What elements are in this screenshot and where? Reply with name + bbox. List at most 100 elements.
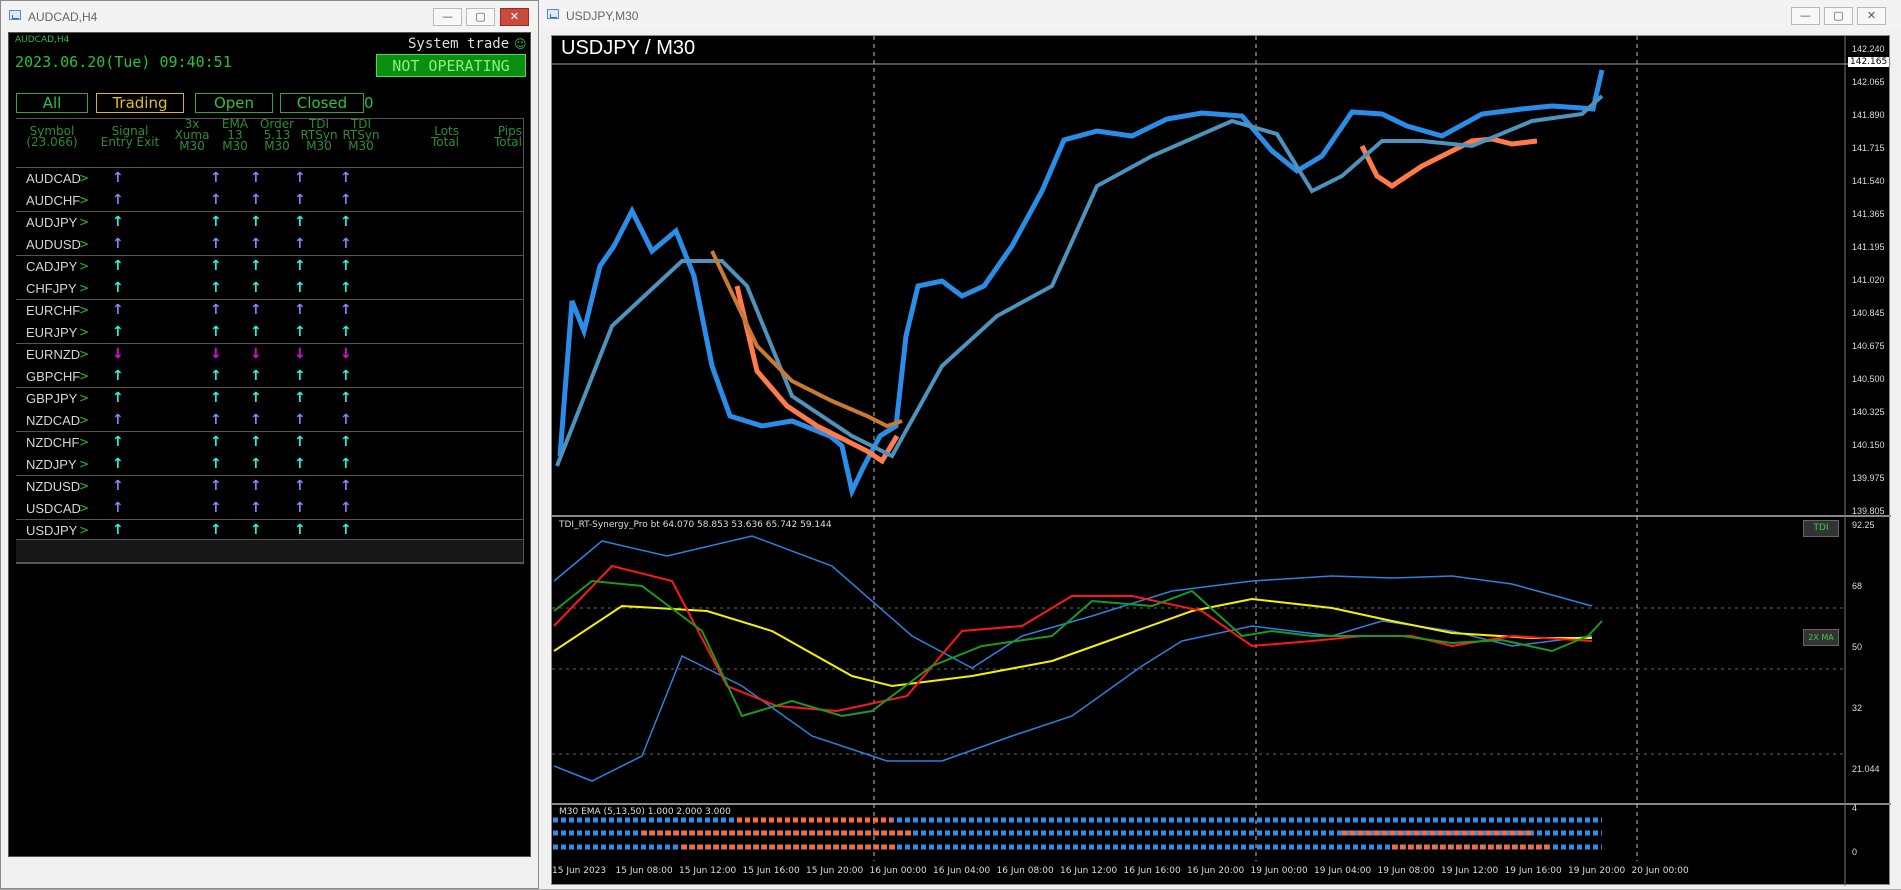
close-button[interactable]: ✕	[500, 8, 529, 26]
axis-label: 140.845	[1852, 308, 1885, 318]
symbol-usdcad[interactable]: USDCAD	[26, 501, 81, 516]
symbol-nzdusd[interactable]: NZDUSD	[26, 479, 80, 494]
symbol-chfjpy[interactable]: CHFJPY	[26, 281, 77, 296]
system-status-button[interactable]: NOT OPERATING	[376, 54, 526, 77]
symbol-audcad[interactable]: AUDCAD	[26, 171, 81, 186]
symbol-usdjpy[interactable]: USDJPY	[26, 523, 77, 538]
system-status-icon: ☺	[514, 37, 527, 51]
maximize-button[interactable]: ▢	[466, 8, 495, 26]
axis-label: 50	[1852, 642, 1863, 652]
time-axis-label: 19 Jun 20:00	[1568, 866, 1626, 876]
axis-label: 141.020	[1852, 275, 1885, 285]
chevron-right-icon[interactable]: >	[79, 501, 89, 515]
up-arrow-icon: ↑	[210, 478, 222, 494]
symbol-audchf[interactable]: AUDCHF	[26, 193, 80, 208]
table-row-group	[16, 300, 524, 344]
chart-maximize-button[interactable]: ▢	[1824, 7, 1853, 25]
chevron-right-icon[interactable]: >	[79, 281, 89, 295]
symbol-eurchf[interactable]: EURCHF	[26, 303, 80, 318]
chevron-right-icon[interactable]: >	[79, 479, 89, 493]
price-candles	[555, 69, 1605, 499]
chevron-right-icon[interactable]: >	[79, 325, 89, 339]
time-axis-label: 19 Jun 08:00	[1377, 866, 1435, 876]
table-row-group	[16, 212, 524, 256]
up-arrow-icon: ↑	[340, 368, 352, 384]
symbol-header: Symbol (23.066)	[26, 124, 78, 149]
up-arrow-icon: ↑	[210, 368, 222, 384]
up-arrow-icon: ↑	[250, 214, 262, 230]
up-arrow-icon: ↑	[112, 192, 124, 208]
down-arrow-icon: ↓	[210, 346, 222, 362]
axis-label: 140.150	[1852, 440, 1885, 450]
current-price-tag: 142.165	[1848, 57, 1890, 67]
symbol-cadjpy[interactable]: CADJPY	[26, 259, 77, 274]
axis-label: 141.365	[1852, 209, 1885, 219]
chevron-right-icon[interactable]: >	[79, 369, 89, 383]
up-arrow-icon: ↑	[210, 500, 222, 516]
symbol-nzdchf[interactable]: NZDCHF	[26, 435, 79, 450]
table-row-group	[16, 168, 524, 212]
tab-closed[interactable]: Closed	[280, 93, 364, 113]
chevron-right-icon[interactable]: >	[79, 193, 89, 207]
down-arrow-icon: ↓	[250, 346, 262, 362]
up-arrow-icon: ↑	[340, 302, 352, 318]
chevron-right-icon[interactable]: >	[79, 457, 89, 471]
chart-window-title: USDJPY,M30	[566, 9, 639, 23]
up-arrow-icon: ↑	[340, 478, 352, 494]
up-arrow-icon: ↑	[294, 456, 306, 472]
ema-label: M30 EMA (5,13,50) 1.000 2.000 3.000	[559, 807, 731, 817]
time-axis-label: 16 Jun 12:00	[1060, 866, 1118, 876]
symbol-gbpjpy[interactable]: GBPJPY	[26, 391, 77, 406]
tab-trading[interactable]: Trading	[96, 93, 184, 113]
symbol-gbpchf[interactable]: GBPCHF	[26, 369, 80, 384]
up-arrow-icon: ↑	[210, 302, 222, 318]
chevron-right-icon[interactable]: >	[79, 391, 89, 405]
tab-open[interactable]: Open	[195, 93, 273, 113]
ema-header: EMA 13 M30	[221, 117, 249, 153]
down-arrow-icon: ↓	[340, 346, 352, 362]
time-axis-label: 16 Jun 08:00	[996, 866, 1054, 876]
up-arrow-icon: ↑	[294, 214, 306, 230]
tab-all[interactable]: All	[16, 93, 88, 113]
chart-minimize-button[interactable]: —	[1791, 7, 1820, 25]
up-arrow-icon: ↑	[112, 456, 124, 472]
up-arrow-icon: ↑	[250, 412, 262, 428]
up-arrow-icon: ↑	[112, 522, 124, 538]
axis-label: 141.715	[1852, 143, 1885, 153]
symbol-nzdjpy[interactable]: NZDJPY	[26, 457, 77, 472]
chevron-right-icon[interactable]: >	[79, 215, 89, 229]
symbol-audusd[interactable]: AUDUSD	[26, 237, 81, 252]
up-arrow-icon: ↑	[340, 456, 352, 472]
tdi-header-1: TDI RTSyn M30	[300, 117, 338, 153]
chevron-right-icon[interactable]: >	[79, 303, 89, 317]
two-ma-button[interactable]: 2X MA	[1803, 629, 1839, 646]
time-axis-label: 16 Jun 04:00	[933, 866, 991, 876]
chevron-right-icon[interactable]: >	[79, 523, 89, 537]
up-arrow-icon: ↑	[210, 280, 222, 296]
symbol-eurjpy[interactable]: EURJPY	[26, 325, 77, 340]
up-arrow-icon: ↑	[294, 522, 306, 538]
up-arrow-icon: ↑	[112, 368, 124, 384]
up-arrow-icon: ↑	[294, 478, 306, 494]
chevron-right-icon[interactable]: >	[79, 259, 89, 273]
axis-label: 141.890	[1852, 110, 1885, 120]
chevron-right-icon[interactable]: >	[79, 435, 89, 449]
time-axis-label: 16 Jun 16:00	[1123, 866, 1181, 876]
symbol-audjpy[interactable]: AUDJPY	[26, 215, 77, 230]
up-arrow-icon: ↑	[340, 280, 352, 296]
up-arrow-icon: ↑	[340, 434, 352, 450]
system-trade-panel: AUDCAD,H4 2023.06.20(Tue) 09:40:51 Syste…	[8, 32, 531, 857]
up-arrow-icon: ↑	[112, 434, 124, 450]
minimize-button[interactable]: —	[433, 8, 462, 26]
chevron-right-icon[interactable]: >	[79, 413, 89, 427]
symbol-nzdcad[interactable]: NZDCAD	[26, 413, 80, 428]
chart-close-button[interactable]: ✕	[1857, 7, 1886, 25]
symbol-eurnzd[interactable]: EURNZD	[26, 347, 80, 362]
tdi-button[interactable]: TDI	[1803, 520, 1839, 537]
axis-label: 92.25	[1852, 520, 1875, 530]
chevron-right-icon[interactable]: >	[79, 171, 89, 185]
up-arrow-icon: ↑	[210, 456, 222, 472]
chevron-right-icon[interactable]: >	[79, 237, 89, 251]
tab-count: 0	[364, 94, 374, 112]
chevron-right-icon[interactable]: >	[79, 347, 89, 361]
